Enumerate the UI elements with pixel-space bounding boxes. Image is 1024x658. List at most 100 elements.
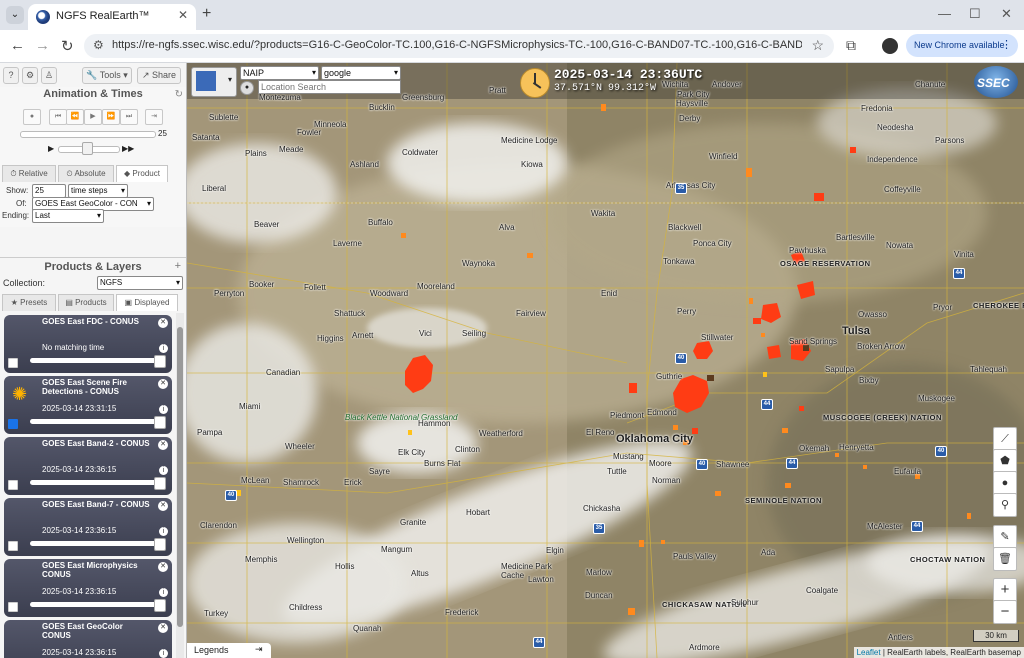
locate-button[interactable]: ● — [240, 81, 254, 95]
opacity-knob[interactable] — [154, 416, 166, 429]
layer-info-icon[interactable]: i — [159, 527, 168, 536]
opacity-knob[interactable] — [154, 355, 166, 368]
draw-polygon-icon[interactable]: ⬟ — [993, 449, 1017, 473]
opacity-slider[interactable] — [30, 419, 162, 424]
bookmark-star-icon[interactable]: ☆ — [811, 37, 824, 54]
opacity-knob[interactable] — [154, 538, 166, 551]
map-label: Wellington — [287, 536, 325, 545]
layers-scrollbar[interactable] — [176, 313, 184, 658]
draw-circle-icon[interactable]: ● — [993, 471, 1017, 495]
layer-card[interactable]: GOES East Band-2 - CONUS 2025-03-14 23:3… — [4, 437, 172, 495]
site-info-icon[interactable]: ⚙ — [93, 38, 104, 52]
jump-button[interactable]: ⇥ — [145, 109, 163, 125]
remove-layer-icon[interactable]: ✕ — [158, 501, 168, 511]
map-view[interactable]: ▾ NAIP google ● 2025-03-14 23:36UTC 37.5… — [187, 63, 1024, 658]
layer-visibility-checkbox[interactable] — [8, 480, 18, 490]
tab-presets[interactable]: ★ Presets — [2, 294, 56, 311]
browser-tab[interactable]: NGFS RealEarth™ ✕ — [28, 4, 196, 30]
delete-layers-icon[interactable]: 🗑 — [993, 547, 1017, 571]
tab-relative[interactable]: ⏱ Relative — [2, 165, 56, 182]
refresh-icon[interactable]: ↻ — [175, 89, 183, 100]
zoom-out-button[interactable]: − — [993, 600, 1017, 624]
settings-gear-button[interactable]: ⚙ — [22, 67, 38, 84]
window-close-icon[interactable]: ✕ — [1001, 6, 1012, 22]
tools-button[interactable]: 🔧 Tools ▾ — [82, 67, 132, 84]
location-search-input[interactable] — [258, 80, 401, 94]
step-back-button[interactable]: ⏪ — [66, 109, 84, 125]
layer-card[interactable]: GOES East Microphysics CONUS 2025-03-14 … — [4, 559, 172, 617]
show-unit-select[interactable]: time steps — [68, 184, 128, 198]
layer-card[interactable]: GOES East Band-7 - CONUS 2025-03-14 23:3… — [4, 498, 172, 556]
draw-line-icon[interactable]: ⟋ — [993, 427, 1017, 451]
back-arrow-icon[interactable]: ← — [10, 37, 25, 54]
maximize-icon[interactable]: ☐ — [969, 6, 981, 22]
more-menu-icon[interactable]: ⋮ — [1001, 34, 1012, 57]
profile-avatar[interactable] — [882, 38, 898, 54]
pin-icon[interactable]: ⇥ — [255, 644, 263, 655]
minimize-icon[interactable]: — — [938, 6, 951, 21]
layer-visibility-checkbox[interactable] — [8, 419, 18, 429]
frame-slider[interactable] — [20, 131, 156, 138]
map-label: Perry — [677, 307, 697, 316]
tab-product[interactable]: ◆ Product — [116, 165, 168, 182]
layer-card[interactable]: GOES East GeoColor CONUS 2025-03-14 23:3… — [4, 620, 172, 658]
layer-info-icon[interactable]: i — [159, 466, 168, 475]
layer-info-icon[interactable]: i — [159, 588, 168, 597]
remove-layer-icon[interactable]: ✕ — [158, 440, 168, 450]
forward-arrow-icon[interactable]: → — [35, 37, 50, 54]
labels-select[interactable]: google — [321, 66, 401, 80]
layer-card[interactable]: GOES East FDC - CONUS No matching time ✕… — [4, 315, 172, 373]
ending-select[interactable]: Last — [32, 209, 104, 223]
tab-displayed[interactable]: ▣ Displayed — [116, 294, 178, 311]
play-button[interactable]: ▶ — [84, 109, 102, 125]
zoom-in-button[interactable]: + — [993, 578, 1017, 602]
loop-toggle-button[interactable]: ● — [23, 109, 41, 125]
reload-icon[interactable]: ↻ — [61, 37, 74, 55]
chrome-update-button[interactable]: New Chrome available ⋮ — [906, 34, 1018, 57]
opacity-slider[interactable] — [30, 358, 162, 363]
layer-switcher-button[interactable]: ▾ — [191, 67, 237, 97]
help-button[interactable]: ? — [3, 67, 19, 84]
remove-layer-icon[interactable]: ✕ — [158, 379, 168, 389]
layer-visibility-checkbox[interactable] — [8, 358, 18, 368]
remove-layer-icon[interactable]: ✕ — [158, 318, 168, 328]
remove-layer-icon[interactable]: ✕ — [158, 562, 168, 572]
new-tab-button[interactable]: + — [202, 5, 211, 23]
url-text[interactable]: https://re-ngfs.ssec.wisc.edu/?products=… — [112, 39, 802, 51]
opacity-knob[interactable] — [154, 599, 166, 612]
step-forward-button[interactable]: ⏩ — [102, 109, 120, 125]
layer-visibility-checkbox[interactable] — [8, 602, 18, 612]
user-button[interactable]: ♙ — [41, 67, 57, 84]
legends-button[interactable]: Legends ⇥ — [187, 643, 271, 658]
opacity-slider[interactable] — [30, 480, 162, 485]
show-count-input[interactable]: 25 — [32, 184, 66, 198]
ssec-logo[interactable]: SSEC — [974, 66, 1018, 98]
share-button[interactable]: ↗ Share — [137, 67, 181, 84]
leaflet-link[interactable]: Leaflet — [857, 648, 881, 657]
speed-slider-knob[interactable] — [82, 142, 93, 155]
opacity-knob[interactable] — [154, 477, 166, 490]
draw-marker-icon[interactable]: ⚲ — [993, 493, 1017, 517]
address-bar[interactable]: ⚙ https://re-ngfs.ssec.wisc.edu/?product… — [84, 34, 834, 58]
layer-info-icon[interactable]: i — [159, 344, 168, 353]
remove-layer-icon[interactable]: ✕ — [158, 623, 168, 633]
add-layer-icon[interactable]: + — [175, 260, 181, 272]
extensions-icon[interactable]: ⧉ — [846, 37, 856, 54]
tab-absolute[interactable]: ⏲ Absolute — [58, 165, 114, 182]
first-frame-button[interactable]: ⏮ — [49, 109, 67, 125]
tab-displayed-label: Displayed — [134, 298, 170, 307]
opacity-slider[interactable] — [30, 541, 162, 546]
collection-select[interactable]: NGFS — [97, 276, 183, 290]
layer-visibility-checkbox[interactable] — [8, 541, 18, 551]
layer-info-icon[interactable]: i — [159, 649, 168, 658]
last-frame-button[interactable]: ⏭ — [120, 109, 138, 125]
tab-products[interactable]: ▤ Products — [58, 294, 114, 311]
opacity-slider[interactable] — [30, 602, 162, 607]
tab-search-button[interactable]: ⌄ — [6, 6, 24, 24]
close-tab-icon[interactable]: ✕ — [178, 8, 188, 22]
edit-layers-icon[interactable]: ✎ — [993, 525, 1017, 549]
layer-card[interactable]: ✺ GOES East Scene Fire Detections - CONU… — [4, 376, 172, 434]
scrollbar-thumb[interactable] — [177, 327, 183, 627]
basemap-select[interactable]: NAIP — [240, 66, 319, 80]
layer-info-icon[interactable]: i — [159, 405, 168, 414]
